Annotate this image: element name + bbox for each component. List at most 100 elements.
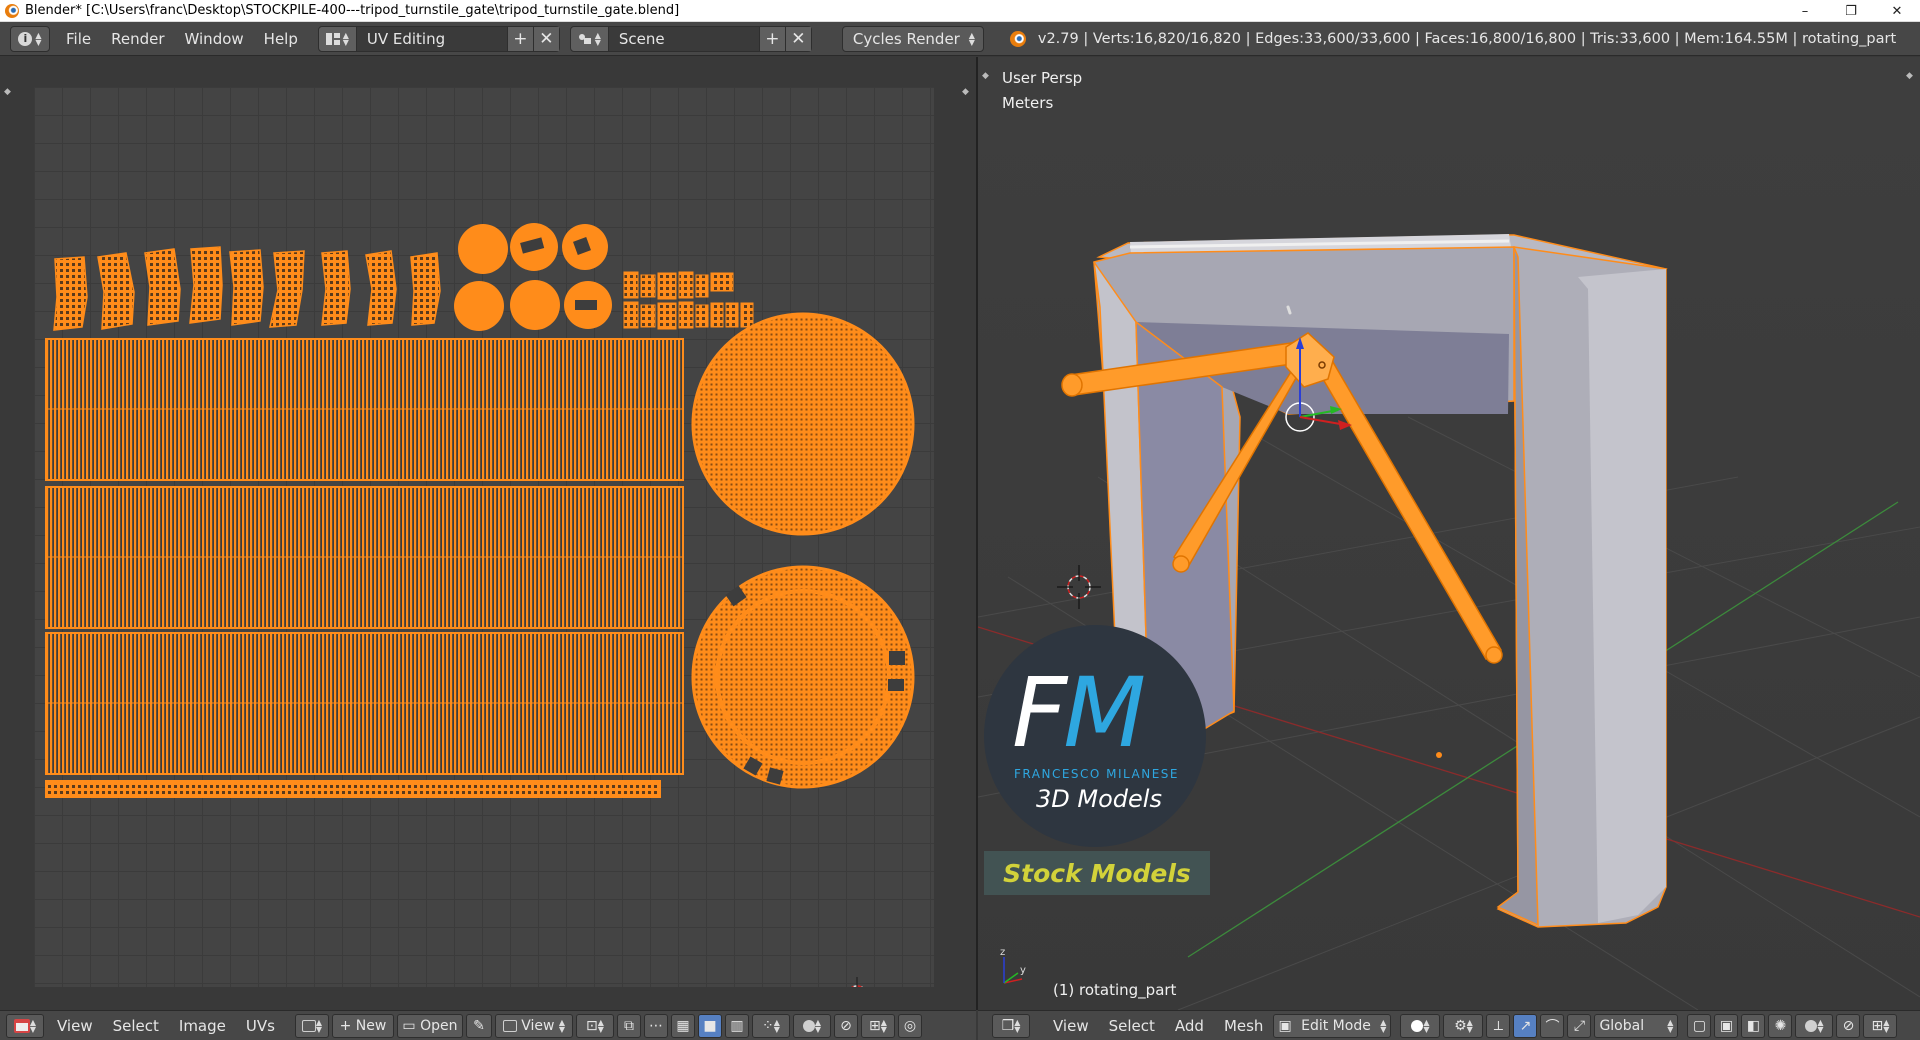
stock-models-banner: Stock Models xyxy=(984,851,1210,895)
snap-target-dropdown[interactable]: ⊞ ▲ ▼ xyxy=(1863,1013,1898,1038)
face-select-icon[interactable]: ■ xyxy=(697,1013,722,1038)
svg-text:y: y xyxy=(1020,965,1026,976)
render-engine-dropdown[interactable]: Cycles Render ▲ ▼ xyxy=(841,25,984,52)
editor-type-3d-button[interactable]: ❒ ▲ ▼ xyxy=(992,1013,1030,1038)
rotate-manipulator-icon[interactable]: ⌒ xyxy=(1540,1013,1565,1038)
screen-layout-selector[interactable]: ▲ ▼ UV Editing + ✕ xyxy=(317,25,560,52)
svg-text:z: z xyxy=(1000,947,1005,958)
snap-element-dropdown[interactable]: ⊞ ▲ ▼ xyxy=(860,1013,895,1038)
face-mode-icon[interactable]: ◧ xyxy=(1741,1013,1766,1038)
add-scene-button[interactable]: + xyxy=(758,26,785,51)
cube-icon: ❒ xyxy=(1001,1017,1015,1034)
sticky-select-dropdown[interactable]: ⁘ ▲ ▼ xyxy=(751,1013,790,1038)
2d-cursor-icon xyxy=(850,977,864,987)
info-icon: i xyxy=(18,31,33,46)
manipulator-toggle[interactable]: ⟂ xyxy=(1486,1013,1511,1038)
vertex-select-icon[interactable]: ⋯ xyxy=(643,1013,668,1038)
menu-file[interactable]: File xyxy=(56,30,101,48)
pivot-point-dropdown[interactable]: ⚙ ▲ ▼ xyxy=(1443,1013,1484,1038)
scene-selector[interactable]: ▲ ▼ Scene + ✕ xyxy=(569,25,812,52)
region-toggle-right-icon[interactable]: ◆ xyxy=(1906,71,1913,81)
view-mode-icon xyxy=(502,1019,517,1032)
orientation-dropdown[interactable]: Global ▲ ▼ xyxy=(1594,1013,1679,1038)
units-label: Meters xyxy=(1002,94,1054,112)
menu-window[interactable]: Window xyxy=(175,30,254,48)
edit-mode-icon: ▣ xyxy=(1278,1017,1292,1034)
uv-mode-dropdown[interactable]: View ▲ ▼ xyxy=(494,1013,573,1038)
view3d-menu-mesh[interactable]: Mesh xyxy=(1214,1017,1274,1035)
menu-render[interactable]: Render xyxy=(101,30,174,48)
scene-icon[interactable]: ▲ ▼ xyxy=(570,26,609,51)
uv-menu-view[interactable]: View xyxy=(47,1017,103,1035)
delete-layout-button[interactable]: ✕ xyxy=(532,26,559,51)
editor-type-info-button[interactable]: i ▲ ▼ xyxy=(10,25,50,52)
image-browse-icon xyxy=(301,1019,316,1032)
uv-islands[interactable] xyxy=(34,87,934,987)
uv-menu-select[interactable]: Select xyxy=(103,1017,169,1035)
stock-models-text: Stock Models xyxy=(1003,858,1191,888)
view-name-label: User Persp xyxy=(1002,69,1083,87)
watermark-name: FRANCESCO MILANESE xyxy=(1014,767,1179,781)
view3d-menu-view[interactable]: View xyxy=(1043,1017,1099,1035)
viewport-header: ❒ ▲ ▼ View Select Add Mesh ▣ Edit Mode ▲ ▼ … xyxy=(978,1010,1920,1040)
layout-grid-icon[interactable]: ▲ ▼ xyxy=(318,26,357,51)
region-toggle-left-icon[interactable]: ◆ xyxy=(4,87,11,97)
3d-viewport[interactable]: z y User Persp Meters ◆ ◆ FM FRANCESCO M… xyxy=(978,57,1920,1010)
proportional-editing-dropdown[interactable]: ▲ ▼ xyxy=(1795,1013,1834,1038)
delete-scene-button[interactable]: ✕ xyxy=(784,26,811,51)
overflow-icon[interactable]: ◎ xyxy=(897,1013,922,1038)
restore-button[interactable]: ❐ xyxy=(1828,0,1874,22)
uv-main-strips xyxy=(45,338,684,798)
menu-help[interactable]: Help xyxy=(254,30,308,48)
view3d-menu-select[interactable]: Select xyxy=(1099,1017,1165,1035)
region-toggle-right-icon[interactable]: ◆ xyxy=(962,87,969,97)
island-select-icon[interactable]: ▥ xyxy=(724,1013,749,1038)
window-title: Blender* [C:\Users\franc\Desktop\STOCKPI… xyxy=(25,3,680,18)
plus-icon: + xyxy=(339,1017,356,1034)
updown-arrows-icon: ▲ ▼ xyxy=(968,30,975,47)
blender-logo-icon xyxy=(1009,30,1026,47)
snap-toggle[interactable]: ⊘ xyxy=(833,1013,858,1038)
vertex-mode-icon[interactable]: ▢ xyxy=(1687,1013,1712,1038)
layout-name-field[interactable]: UV Editing xyxy=(356,26,507,51)
open-image-button[interactable]: ▭ Open xyxy=(396,1013,463,1038)
translate-manipulator-icon[interactable]: ↗ xyxy=(1513,1013,1538,1038)
uv-discs xyxy=(454,223,612,331)
active-object-label: (1) rotating_part xyxy=(1053,981,1177,999)
close-button[interactable]: ✕ xyxy=(1874,0,1920,22)
uv-sync-toggle[interactable]: ⧉ xyxy=(616,1013,641,1038)
uv-image-editor[interactable]: ◆ ◆ xyxy=(0,57,976,1010)
proportional-edit-dropdown[interactable]: ▲ ▼ xyxy=(792,1013,831,1038)
3d-cursor-icon xyxy=(1057,565,1101,609)
snap-icon[interactable]: ⊘ xyxy=(1836,1013,1861,1038)
new-image-button[interactable]: + New xyxy=(331,1013,394,1038)
shading-dropdown[interactable]: ▲ ▼ xyxy=(1400,1013,1441,1038)
region-toggle-left-icon[interactable]: ◆ xyxy=(982,71,989,81)
render-engine-label: Cycles Render xyxy=(852,29,960,48)
edge-select-icon[interactable]: ▦ xyxy=(670,1013,695,1038)
uv-menu-uvs[interactable]: UVs xyxy=(236,1017,285,1035)
uv-menu-image[interactable]: Image xyxy=(169,1017,236,1035)
add-layout-button[interactable]: + xyxy=(506,26,533,51)
editor-type-uv-button[interactable]: ▲ ▼ xyxy=(6,1013,44,1038)
axis-gizmo-icon: z y xyxy=(1000,947,1026,984)
minimize-button[interactable]: – xyxy=(1782,0,1828,22)
gate-frame xyxy=(1093,234,1668,928)
image-editor-icon xyxy=(13,1018,30,1033)
folder-icon: ▭ xyxy=(402,1017,421,1034)
updown-arrows-icon: ▲ ▼ xyxy=(35,30,42,47)
blender-app-icon xyxy=(5,3,19,18)
watermark-subtitle: 3D Models xyxy=(1036,785,1162,813)
scene-name-field[interactable]: Scene xyxy=(608,26,759,51)
uv-large-discs xyxy=(691,312,915,789)
image-browse-button[interactable]: ▲ ▼ xyxy=(294,1013,329,1038)
uv-small-cluster xyxy=(623,271,754,330)
scale-manipulator-icon[interactable]: ⤢ xyxy=(1567,1013,1592,1038)
pivot-dropdown[interactable]: ⊡ ▲ ▼ xyxy=(575,1013,614,1038)
mode-dropdown[interactable]: ▣ Edit Mode ▲ ▼ xyxy=(1273,1013,1392,1038)
pin-icon[interactable]: ✎ xyxy=(465,1013,492,1038)
occlude-geometry-icon[interactable]: ✺ xyxy=(1768,1013,1793,1038)
info-header: i ▲ ▼ File Render Window Help ▲ ▼ UV Editi… xyxy=(0,22,1920,56)
edge-mode-icon[interactable]: ▣ xyxy=(1714,1013,1739,1038)
view3d-menu-add[interactable]: Add xyxy=(1165,1017,1214,1035)
